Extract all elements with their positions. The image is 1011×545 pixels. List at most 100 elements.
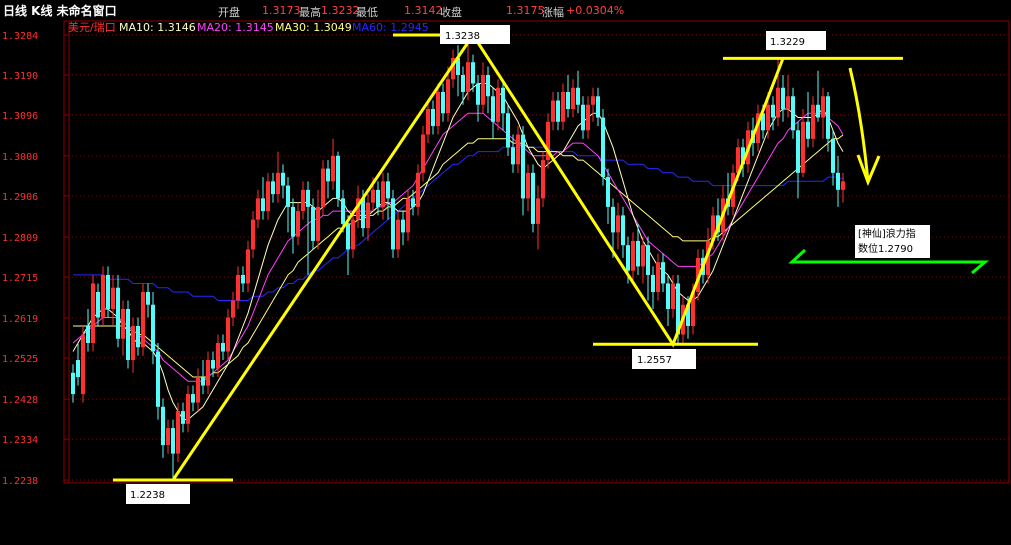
candle <box>186 385 190 433</box>
candlestick-chart[interactable]: 1.3284 1.3190 1.3096 1.3000 1.2906 1.2809 1.27… <box>0 0 1011 545</box>
candle-body <box>161 406 165 446</box>
candle <box>81 325 85 403</box>
candle-body <box>776 87 780 118</box>
candle-body <box>266 181 270 212</box>
candle-body <box>651 274 655 292</box>
candle-body <box>136 325 140 348</box>
candle <box>401 211 405 246</box>
candle-body <box>251 219 255 250</box>
candle <box>321 160 325 216</box>
candle-body <box>191 394 195 403</box>
candle-body <box>341 198 345 224</box>
candle-body <box>801 121 805 173</box>
candle <box>771 96 775 131</box>
candle <box>241 266 245 292</box>
candle <box>561 83 565 131</box>
candle-body <box>841 181 845 190</box>
down-arrow-icon <box>848 67 881 187</box>
candle-body <box>421 134 425 173</box>
candle <box>266 172 270 220</box>
candle-body <box>96 291 100 318</box>
candle-body <box>171 428 175 454</box>
candle-body <box>786 96 790 110</box>
candle <box>841 172 845 203</box>
candle <box>96 283 100 326</box>
candle <box>621 206 625 258</box>
candle <box>601 109 605 186</box>
legend-ma30: MA30: 1.3049 <box>275 21 352 34</box>
candle-body <box>616 215 620 233</box>
candle-body <box>496 87 500 122</box>
candle-body <box>491 96 495 122</box>
candle-body <box>516 134 520 165</box>
candle-body <box>431 109 435 127</box>
candle-body <box>591 96 595 105</box>
candle-body <box>331 155 335 182</box>
ma30-line <box>73 134 844 378</box>
candle-body <box>71 372 75 395</box>
candle <box>171 419 175 480</box>
candle-body <box>381 181 385 207</box>
candle-body <box>631 240 635 271</box>
candle <box>386 172 390 220</box>
candle-body <box>416 172 420 207</box>
y-tick-label: 1.3000 <box>2 152 38 163</box>
candle <box>126 300 130 369</box>
legend-ma60: MA60: 1.2945 <box>352 21 429 34</box>
y-tick-label: 1.2334 <box>2 435 38 446</box>
candles <box>71 40 845 480</box>
candle-body <box>501 87 505 114</box>
candle-body <box>111 287 115 309</box>
candle <box>206 351 210 395</box>
candle <box>166 419 170 454</box>
candle-body <box>831 138 835 173</box>
label-low-2-text: 1.2557 <box>637 355 672 366</box>
candle-body <box>131 325 135 361</box>
candle-body <box>236 274 240 301</box>
candle <box>191 385 195 412</box>
candle-body <box>411 198 415 207</box>
candle-body <box>551 100 555 122</box>
candle <box>791 87 795 139</box>
candle <box>591 87 595 122</box>
label-high-1: 1.3238 <box>440 25 510 44</box>
candle-body <box>656 262 660 292</box>
candle <box>656 253 660 301</box>
candle <box>221 334 225 361</box>
candle <box>486 66 490 114</box>
candle <box>196 368 200 412</box>
candle-body <box>216 343 220 369</box>
candle-body <box>806 121 810 139</box>
candle <box>396 211 400 258</box>
candle-body <box>156 351 160 407</box>
candle-body <box>821 96 825 118</box>
candle-body <box>351 219 355 250</box>
candle-body <box>671 283 675 309</box>
candle-body <box>401 219 405 233</box>
candle <box>306 181 310 275</box>
candle <box>226 308 230 361</box>
moving-averages <box>72 83 844 421</box>
candle <box>786 74 790 118</box>
candle-body <box>321 168 325 207</box>
candle <box>796 121 800 199</box>
candle <box>571 79 575 118</box>
candle-body <box>86 325 90 344</box>
legend-ma20: MA20: 1.3145 <box>197 21 274 34</box>
candle <box>811 96 815 148</box>
candle-body <box>146 291 150 305</box>
candle-body <box>291 206 295 237</box>
candle-body <box>281 172 285 186</box>
candle-body <box>536 198 540 224</box>
candle-body <box>646 245 650 275</box>
candle-body <box>386 181 390 199</box>
candle <box>201 360 205 395</box>
candle-body <box>101 274 105 318</box>
candle <box>576 70 580 114</box>
candle <box>526 164 530 212</box>
candle-body <box>286 185 290 207</box>
y-axis: 1.3284 1.3190 1.3096 1.3000 1.2906 1.2809 1.27… <box>2 31 69 487</box>
candle-body <box>666 283 670 309</box>
candle-body <box>526 172 530 199</box>
candle-body <box>781 87 785 110</box>
